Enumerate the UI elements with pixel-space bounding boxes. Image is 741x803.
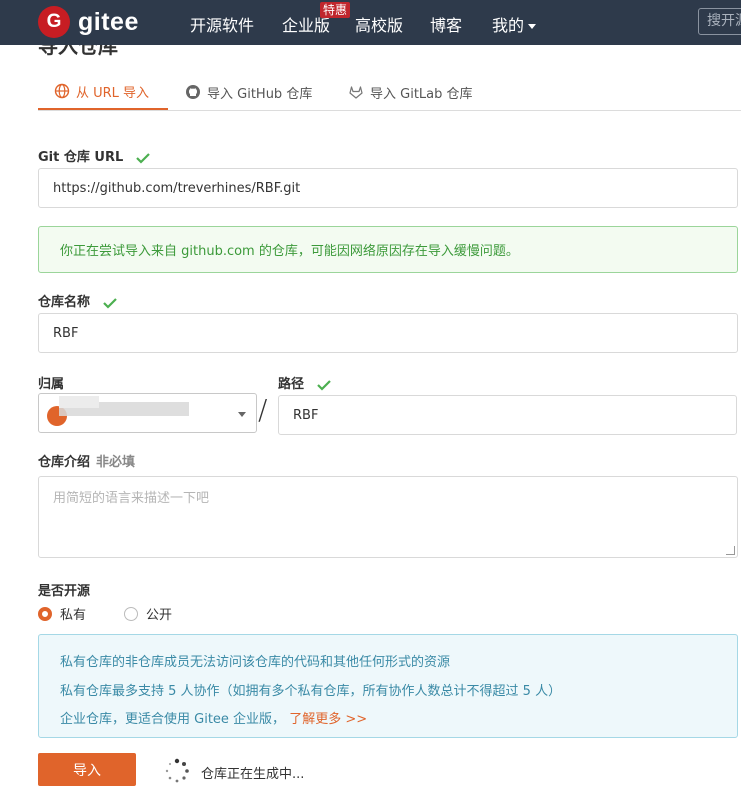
owner-select[interactable] [38, 393, 257, 433]
enterprise-promo-badge: 特惠 [320, 2, 351, 18]
git-url-label-text: Git 仓库 URL [38, 150, 124, 165]
desc-placeholder: 用简短的语言来描述一下吧 [53, 491, 210, 506]
globe-icon [54, 83, 70, 99]
gitlab-icon [349, 86, 363, 99]
private-note-2: 私有仓库最多支持 5 人协作（如拥有多个私有仓库，所有协作人数总计不得超过 5 … [60, 684, 562, 699]
learn-more-link[interactable]: 了解更多 >> [289, 712, 367, 727]
visibility-label: 是否开源 [38, 584, 91, 599]
chevron-down-icon [528, 24, 537, 29]
nav-education[interactable]: 高校版 [355, 12, 403, 36]
logo-badge: G [38, 6, 70, 38]
nav-blog[interactable]: 博客 [430, 12, 462, 36]
search-input[interactable]: 搜开源 [698, 8, 741, 35]
nav-mine-label: 我的 [492, 16, 525, 35]
visibility-radio-group: 私有 公开 [38, 604, 172, 623]
path-label-text: 路径 [278, 377, 305, 392]
private-note-1: 私有仓库的非仓库成员无法访问该仓库的代码和其他任何形式的资源 [60, 655, 451, 670]
tab-gitlab-import[interactable]: 导入 GitLab 仓库 [348, 74, 473, 110]
import-button[interactable]: 导入 [38, 753, 136, 786]
tab-github-import[interactable]: 导入 GitHub 仓库 [185, 74, 312, 110]
check-icon [316, 379, 331, 391]
private-note-3: 企业仓库，更适合使用 Gitee 企业版， 了解更多 >> [60, 708, 367, 727]
gitee-logo[interactable]: G gitee [38, 6, 139, 38]
import-tabs: 从 URL 导入 导入 GitHub 仓库 导入 GitLab 仓库 [38, 74, 741, 111]
nav-open-source[interactable]: 开源软件 [190, 12, 254, 36]
owner-label: 归属 [38, 377, 65, 392]
tab-gitlab-label: 导入 GitLab 仓库 [370, 86, 473, 102]
repo-name-input[interactable]: RBF [38, 313, 738, 353]
url-notice: 你正在尝试导入来自 github.com 的仓库，可能因网络原因存在导入缓慢问题… [38, 226, 738, 273]
git-url-input[interactable]: https://github.com/treverhines/RBF.git [38, 168, 738, 208]
tab-github-label: 导入 GitHub 仓库 [207, 86, 313, 102]
check-icon [102, 297, 117, 309]
private-radio[interactable] [38, 606, 52, 621]
nav-mine[interactable]: 我的 [492, 12, 537, 36]
public-radio-label[interactable]: 公开 [146, 604, 172, 623]
repo-name-label-text: 仓库名称 [38, 295, 91, 310]
private-radio-label[interactable]: 私有 [60, 604, 86, 623]
desc-label-text: 仓库介绍 [38, 455, 91, 470]
top-navbar: G gitee 开源软件 企业版 特惠 高校版 博客 我的 搜开源 [0, 0, 741, 45]
tab-url-label: 从 URL 导入 [76, 85, 150, 101]
desc-textarea[interactable]: 用简短的语言来描述一下吧 [38, 476, 738, 558]
logo-text: gitee [78, 7, 139, 36]
git-url-label: Git 仓库 URL [38, 146, 150, 165]
desc-label: 仓库介绍 非必填 [38, 451, 135, 470]
private-info-notice: 私有仓库的非仓库成员无法访问该仓库的代码和其他任何形式的资源 私有仓库最多支持 … [38, 634, 738, 738]
path-label: 路径 [278, 373, 331, 392]
owner-name-redacted [59, 396, 99, 408]
chevron-down-icon [238, 412, 246, 417]
path-separator: / [258, 393, 268, 426]
check-icon [136, 152, 150, 164]
private-note-3-text: 企业仓库，更适合使用 Gitee 企业版， [60, 712, 286, 727]
repo-name-label: 仓库名称 [38, 291, 117, 310]
loading-spinner-icon [165, 758, 189, 783]
tab-url-import[interactable]: 从 URL 导入 [38, 74, 168, 110]
path-input[interactable]: RBF [278, 395, 737, 435]
public-radio[interactable] [124, 606, 139, 621]
status-text: 仓库正在生成中... [201, 767, 305, 782]
github-icon [186, 85, 200, 99]
resize-handle[interactable] [726, 546, 735, 555]
desc-optional-hint: 非必填 [96, 455, 136, 470]
